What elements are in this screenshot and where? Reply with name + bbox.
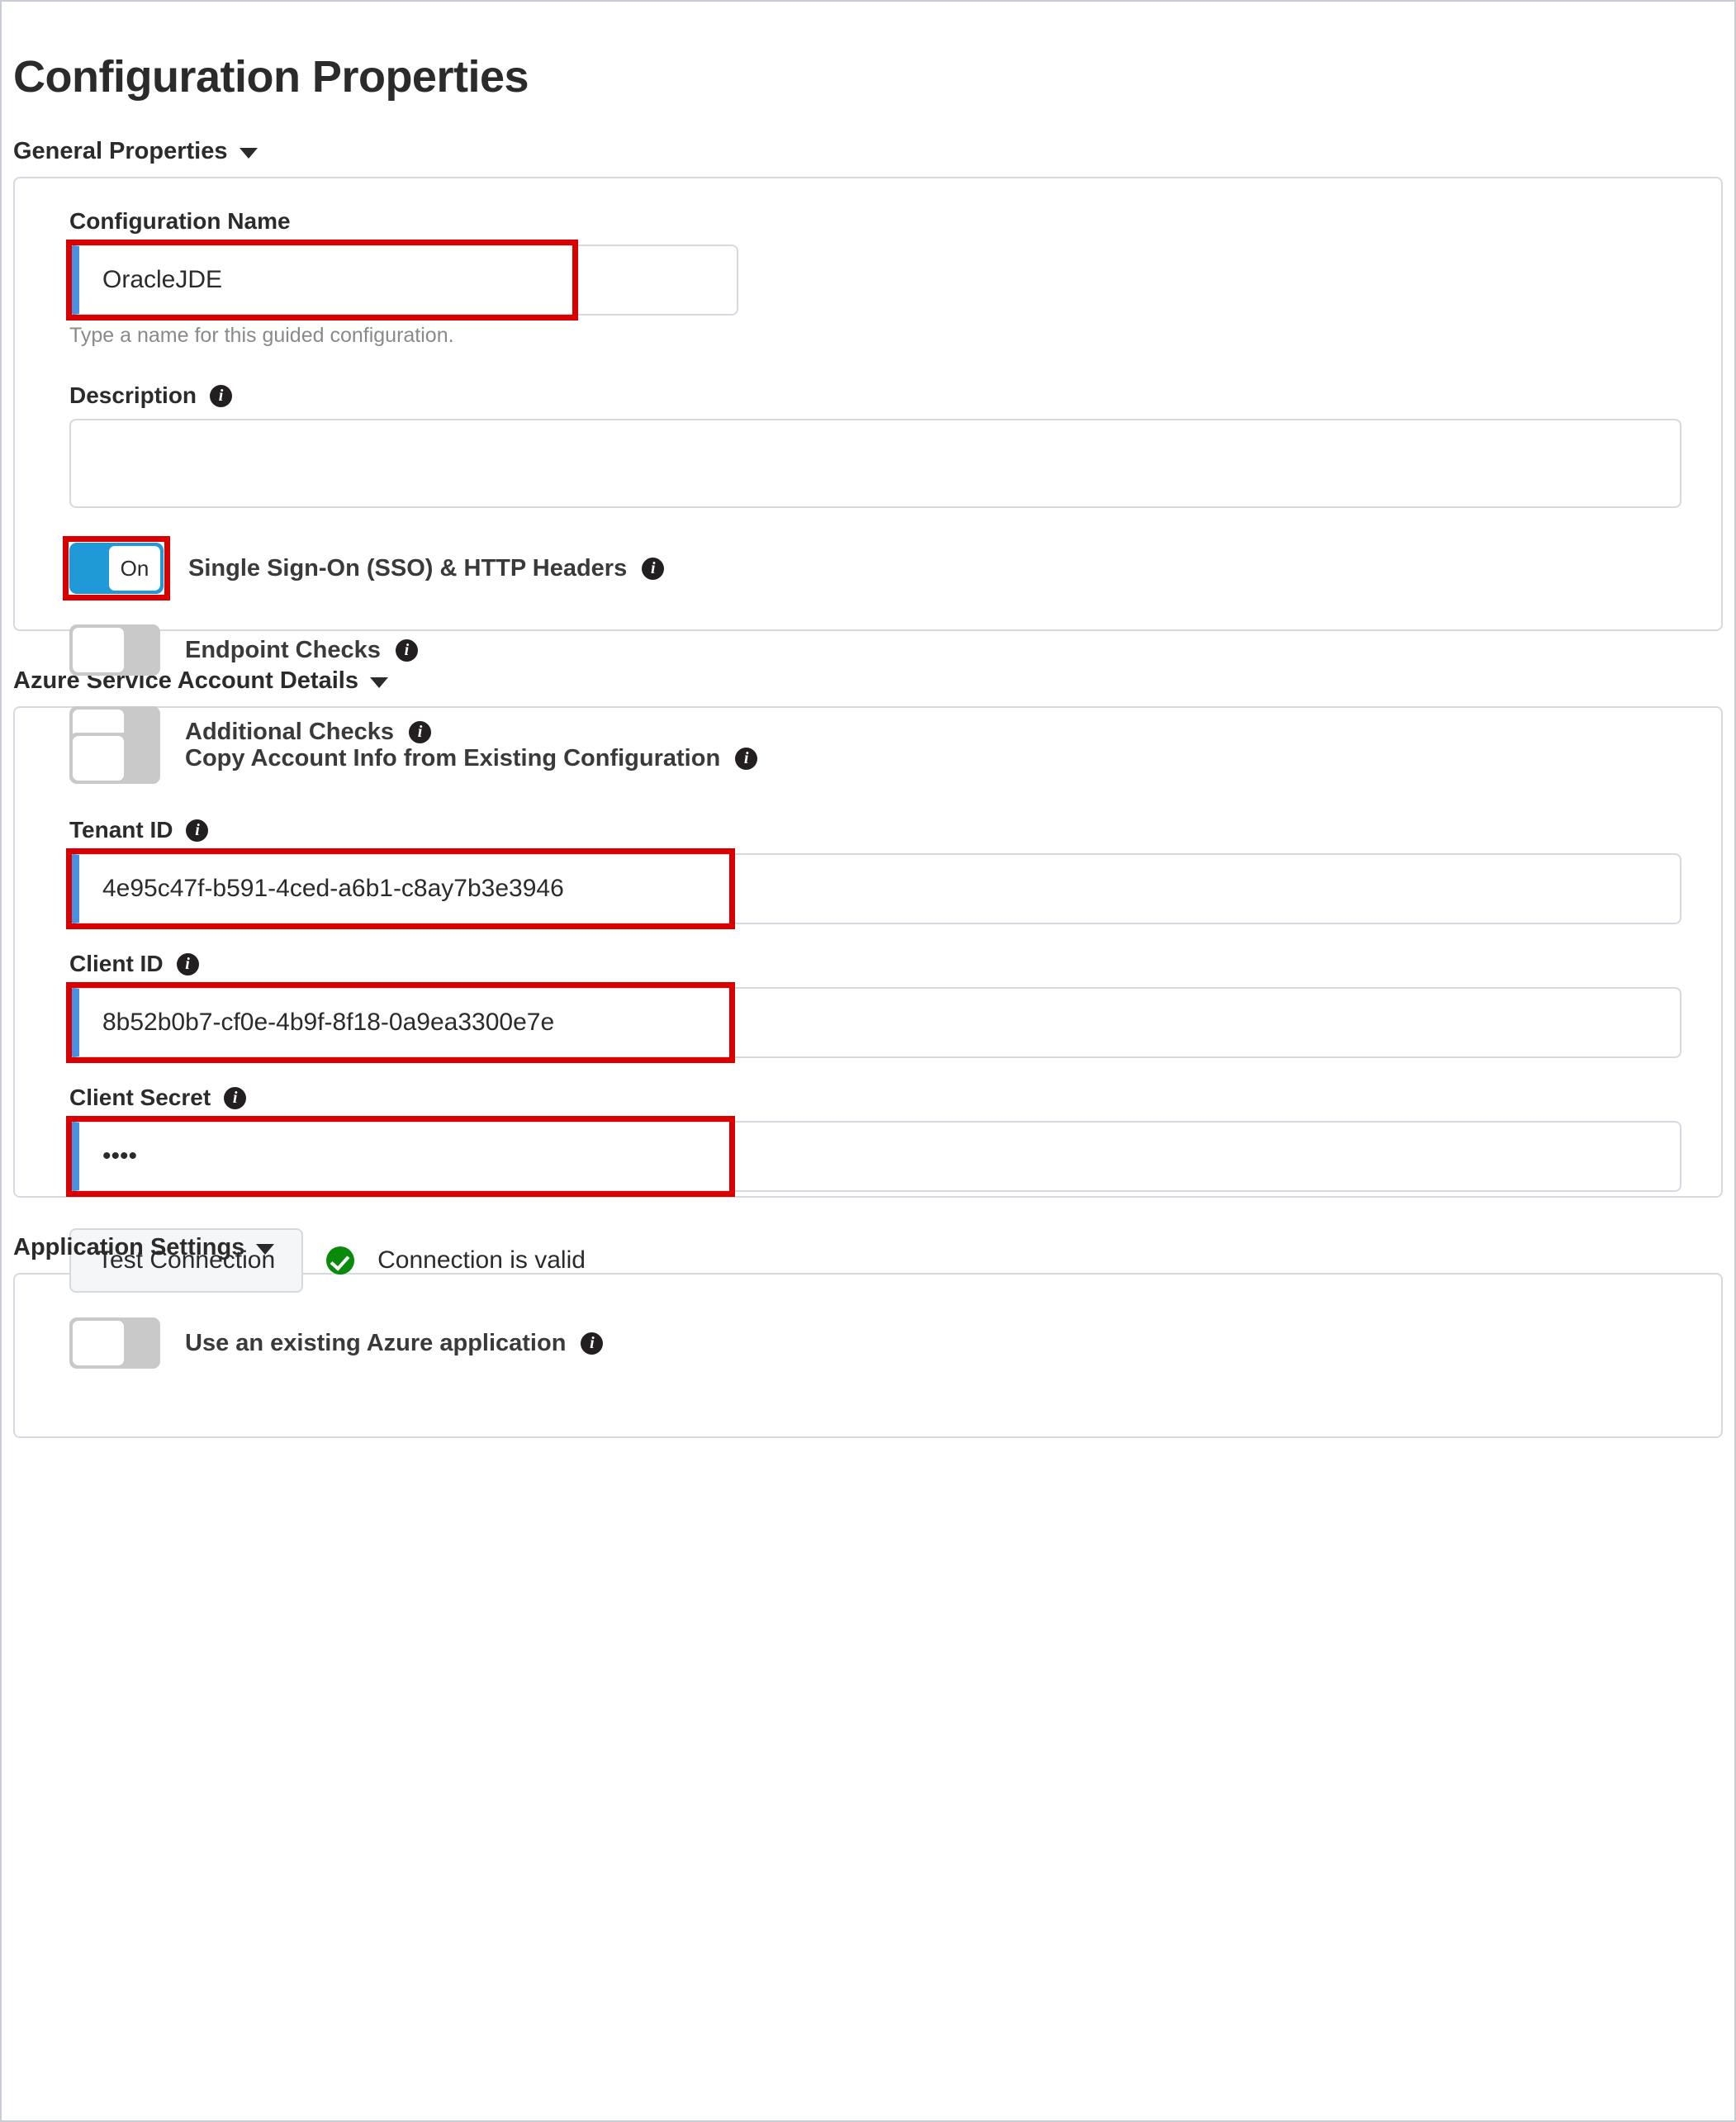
tenant-id-label: Tenant ID i bbox=[69, 817, 1721, 843]
configuration-name-input[interactable] bbox=[69, 244, 738, 316]
info-icon[interactable]: i bbox=[409, 720, 431, 743]
info-icon[interactable]: i bbox=[581, 1332, 604, 1355]
toggle-copy-account-info-label-text: Copy Account Info from Existing Configur… bbox=[185, 744, 721, 771]
toggle-sso-label-text: Single Sign-On (SSO) & HTTP Headers bbox=[188, 554, 628, 582]
info-icon[interactable]: i bbox=[176, 952, 199, 976]
info-icon[interactable]: i bbox=[224, 1086, 247, 1109]
toggle-copy-account-info[interactable] bbox=[69, 733, 160, 785]
application-settings-card: Use an existing Azure application i bbox=[13, 1273, 1723, 1439]
client-secret-input[interactable] bbox=[69, 1121, 1681, 1193]
info-icon[interactable]: i bbox=[186, 819, 209, 842]
toggle-sso[interactable]: On bbox=[69, 543, 164, 595]
client-id-input-wrap bbox=[66, 982, 1721, 1064]
client-id-label-text: Client ID bbox=[69, 951, 164, 977]
page-title: Configuration Properties bbox=[13, 52, 529, 102]
toggle-sso-label: Single Sign-On (SSO) & HTTP Headers i bbox=[188, 554, 665, 582]
description-textarea[interactable] bbox=[69, 419, 1681, 509]
toggle-use-existing-azure-application-label: Use an existing Azure application i bbox=[185, 1329, 604, 1357]
configuration-name-input-wrap bbox=[66, 240, 1721, 321]
toggle-sso-wrap: On bbox=[63, 536, 170, 601]
configuration-name-label-text: Configuration Name bbox=[69, 208, 291, 235]
general-properties-card: Configuration Name Type a name for this … bbox=[13, 177, 1723, 758]
description-label: Description i bbox=[69, 382, 1721, 409]
info-icon[interactable]: i bbox=[642, 557, 665, 580]
info-icon[interactable]: i bbox=[395, 638, 418, 662]
info-icon[interactable]: i bbox=[735, 747, 758, 770]
client-secret-label: Client Secret i bbox=[69, 1085, 1721, 1111]
toggle-copy-account-info-knob bbox=[73, 736, 124, 781]
configuration-name-label: Configuration Name bbox=[69, 208, 1721, 235]
toggle-sso-knob: On bbox=[109, 546, 160, 591]
client-secret-input-wrap bbox=[66, 1116, 1721, 1198]
toggle-endpoint-checks-knob bbox=[73, 628, 124, 673]
client-secret-label-text: Client Secret bbox=[69, 1085, 211, 1111]
section-header-application-settings-label: Application Settings bbox=[13, 1234, 245, 1261]
tenant-id-input[interactable] bbox=[69, 853, 1681, 925]
toggle-use-existing-azure-application-knob bbox=[73, 1321, 124, 1366]
check-circle-icon bbox=[326, 1246, 355, 1275]
toggle-use-existing-azure-application-label-text: Use an existing Azure application bbox=[185, 1329, 567, 1356]
connection-status-text: Connection is valid bbox=[377, 1246, 586, 1275]
tenant-id-label-text: Tenant ID bbox=[69, 817, 173, 843]
chevron-down-icon[interactable] bbox=[256, 1244, 275, 1256]
section-header-general-properties[interactable]: General Properties bbox=[13, 138, 1734, 165]
client-id-label: Client ID i bbox=[69, 951, 1721, 977]
toggle-copy-account-info-label: Copy Account Info from Existing Configur… bbox=[185, 744, 758, 772]
info-icon[interactable]: i bbox=[210, 384, 233, 407]
section-header-azure-service-account-details[interactable]: Azure Service Account Details bbox=[13, 667, 1734, 695]
toggle-endpoint-checks[interactable] bbox=[69, 624, 160, 676]
configuration-name-helper-text: Type a name for this guided configuratio… bbox=[69, 324, 454, 348]
configuration-properties-page: Configuration Properties General Propert… bbox=[0, 0, 1736, 2122]
chevron-down-icon[interactable] bbox=[369, 677, 388, 689]
azure-service-account-card: Copy Account Info from Existing Configur… bbox=[13, 706, 1723, 1294]
description-label-text: Description bbox=[69, 382, 197, 409]
toggle-additional-checks-label: Additional Checks i bbox=[185, 719, 431, 746]
chevron-down-icon[interactable] bbox=[239, 148, 258, 159]
toggle-row-use-existing-azure-application: Use an existing Azure application i bbox=[69, 1317, 1721, 1370]
toggle-additional-checks-label-text: Additional Checks bbox=[185, 718, 394, 745]
client-id-input[interactable] bbox=[69, 987, 1681, 1059]
toggle-endpoint-checks-label: Endpoint Checks i bbox=[185, 637, 418, 664]
azure-service-account-body: Copy Account Info from Existing Configur… bbox=[15, 708, 1721, 1294]
toggle-endpoint-checks-label-text: Endpoint Checks bbox=[185, 636, 381, 663]
section-header-general-properties-label: General Properties bbox=[13, 138, 228, 165]
section-header-azure-label: Azure Service Account Details bbox=[13, 667, 358, 695]
toggle-use-existing-azure-application[interactable] bbox=[69, 1317, 160, 1370]
tenant-id-input-wrap bbox=[66, 848, 1721, 930]
toggle-row-sso: On Single Sign-On (SSO) & HTTP Headers i bbox=[63, 536, 1721, 601]
